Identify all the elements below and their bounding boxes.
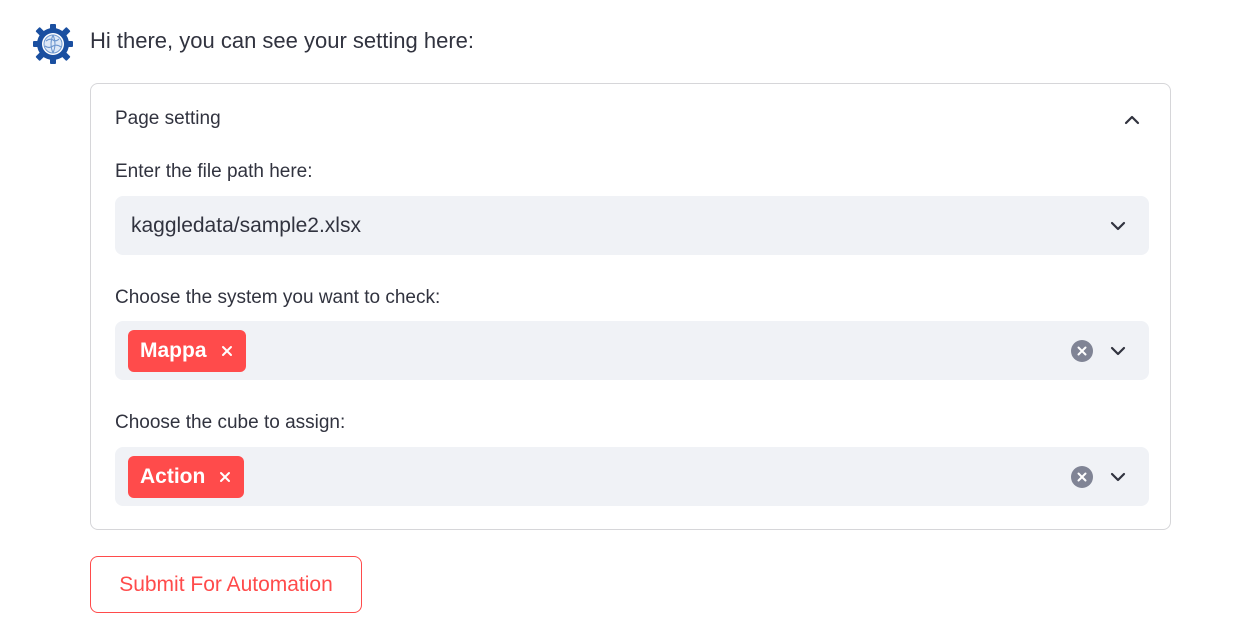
expander-header[interactable]: Page setting bbox=[91, 84, 1170, 154]
selected-tag: Mappa bbox=[128, 330, 246, 372]
system-multiselect[interactable]: Mappa bbox=[115, 321, 1149, 380]
selected-tag: Action bbox=[128, 456, 245, 498]
remove-tag-icon[interactable] bbox=[218, 470, 232, 484]
chat-message: Hi there, you can see your setting here: bbox=[90, 28, 474, 53]
chevron-down-icon[interactable] bbox=[1107, 340, 1129, 362]
system-select-label: Choose the system you want to check: bbox=[115, 287, 441, 308]
file-path-label: Enter the file path here: bbox=[115, 161, 313, 182]
expander-title: Page setting bbox=[115, 108, 221, 129]
cube-select-label: Choose the cube to assign: bbox=[115, 412, 346, 433]
chevron-up-icon[interactable] bbox=[1122, 110, 1142, 130]
page-setting-expander: Page setting Enter the file path here: k… bbox=[90, 83, 1171, 530]
gear-globe-icon bbox=[33, 24, 73, 64]
cube-multiselect[interactable]: Action bbox=[115, 447, 1149, 506]
tag-label: Mappa bbox=[140, 339, 207, 362]
clear-all-icon[interactable] bbox=[1071, 340, 1093, 362]
file-path-select[interactable]: kaggledata/sample2.xlsx bbox=[115, 196, 1149, 255]
avatar bbox=[32, 22, 74, 66]
file-path-value: kaggledata/sample2.xlsx bbox=[131, 214, 361, 237]
remove-tag-icon[interactable] bbox=[220, 344, 234, 358]
tag-label: Action bbox=[140, 465, 206, 488]
chevron-down-icon[interactable] bbox=[1107, 215, 1129, 237]
chevron-down-icon[interactable] bbox=[1107, 466, 1129, 488]
clear-all-icon[interactable] bbox=[1071, 466, 1093, 488]
submit-button[interactable]: Submit For Automation bbox=[90, 556, 362, 613]
